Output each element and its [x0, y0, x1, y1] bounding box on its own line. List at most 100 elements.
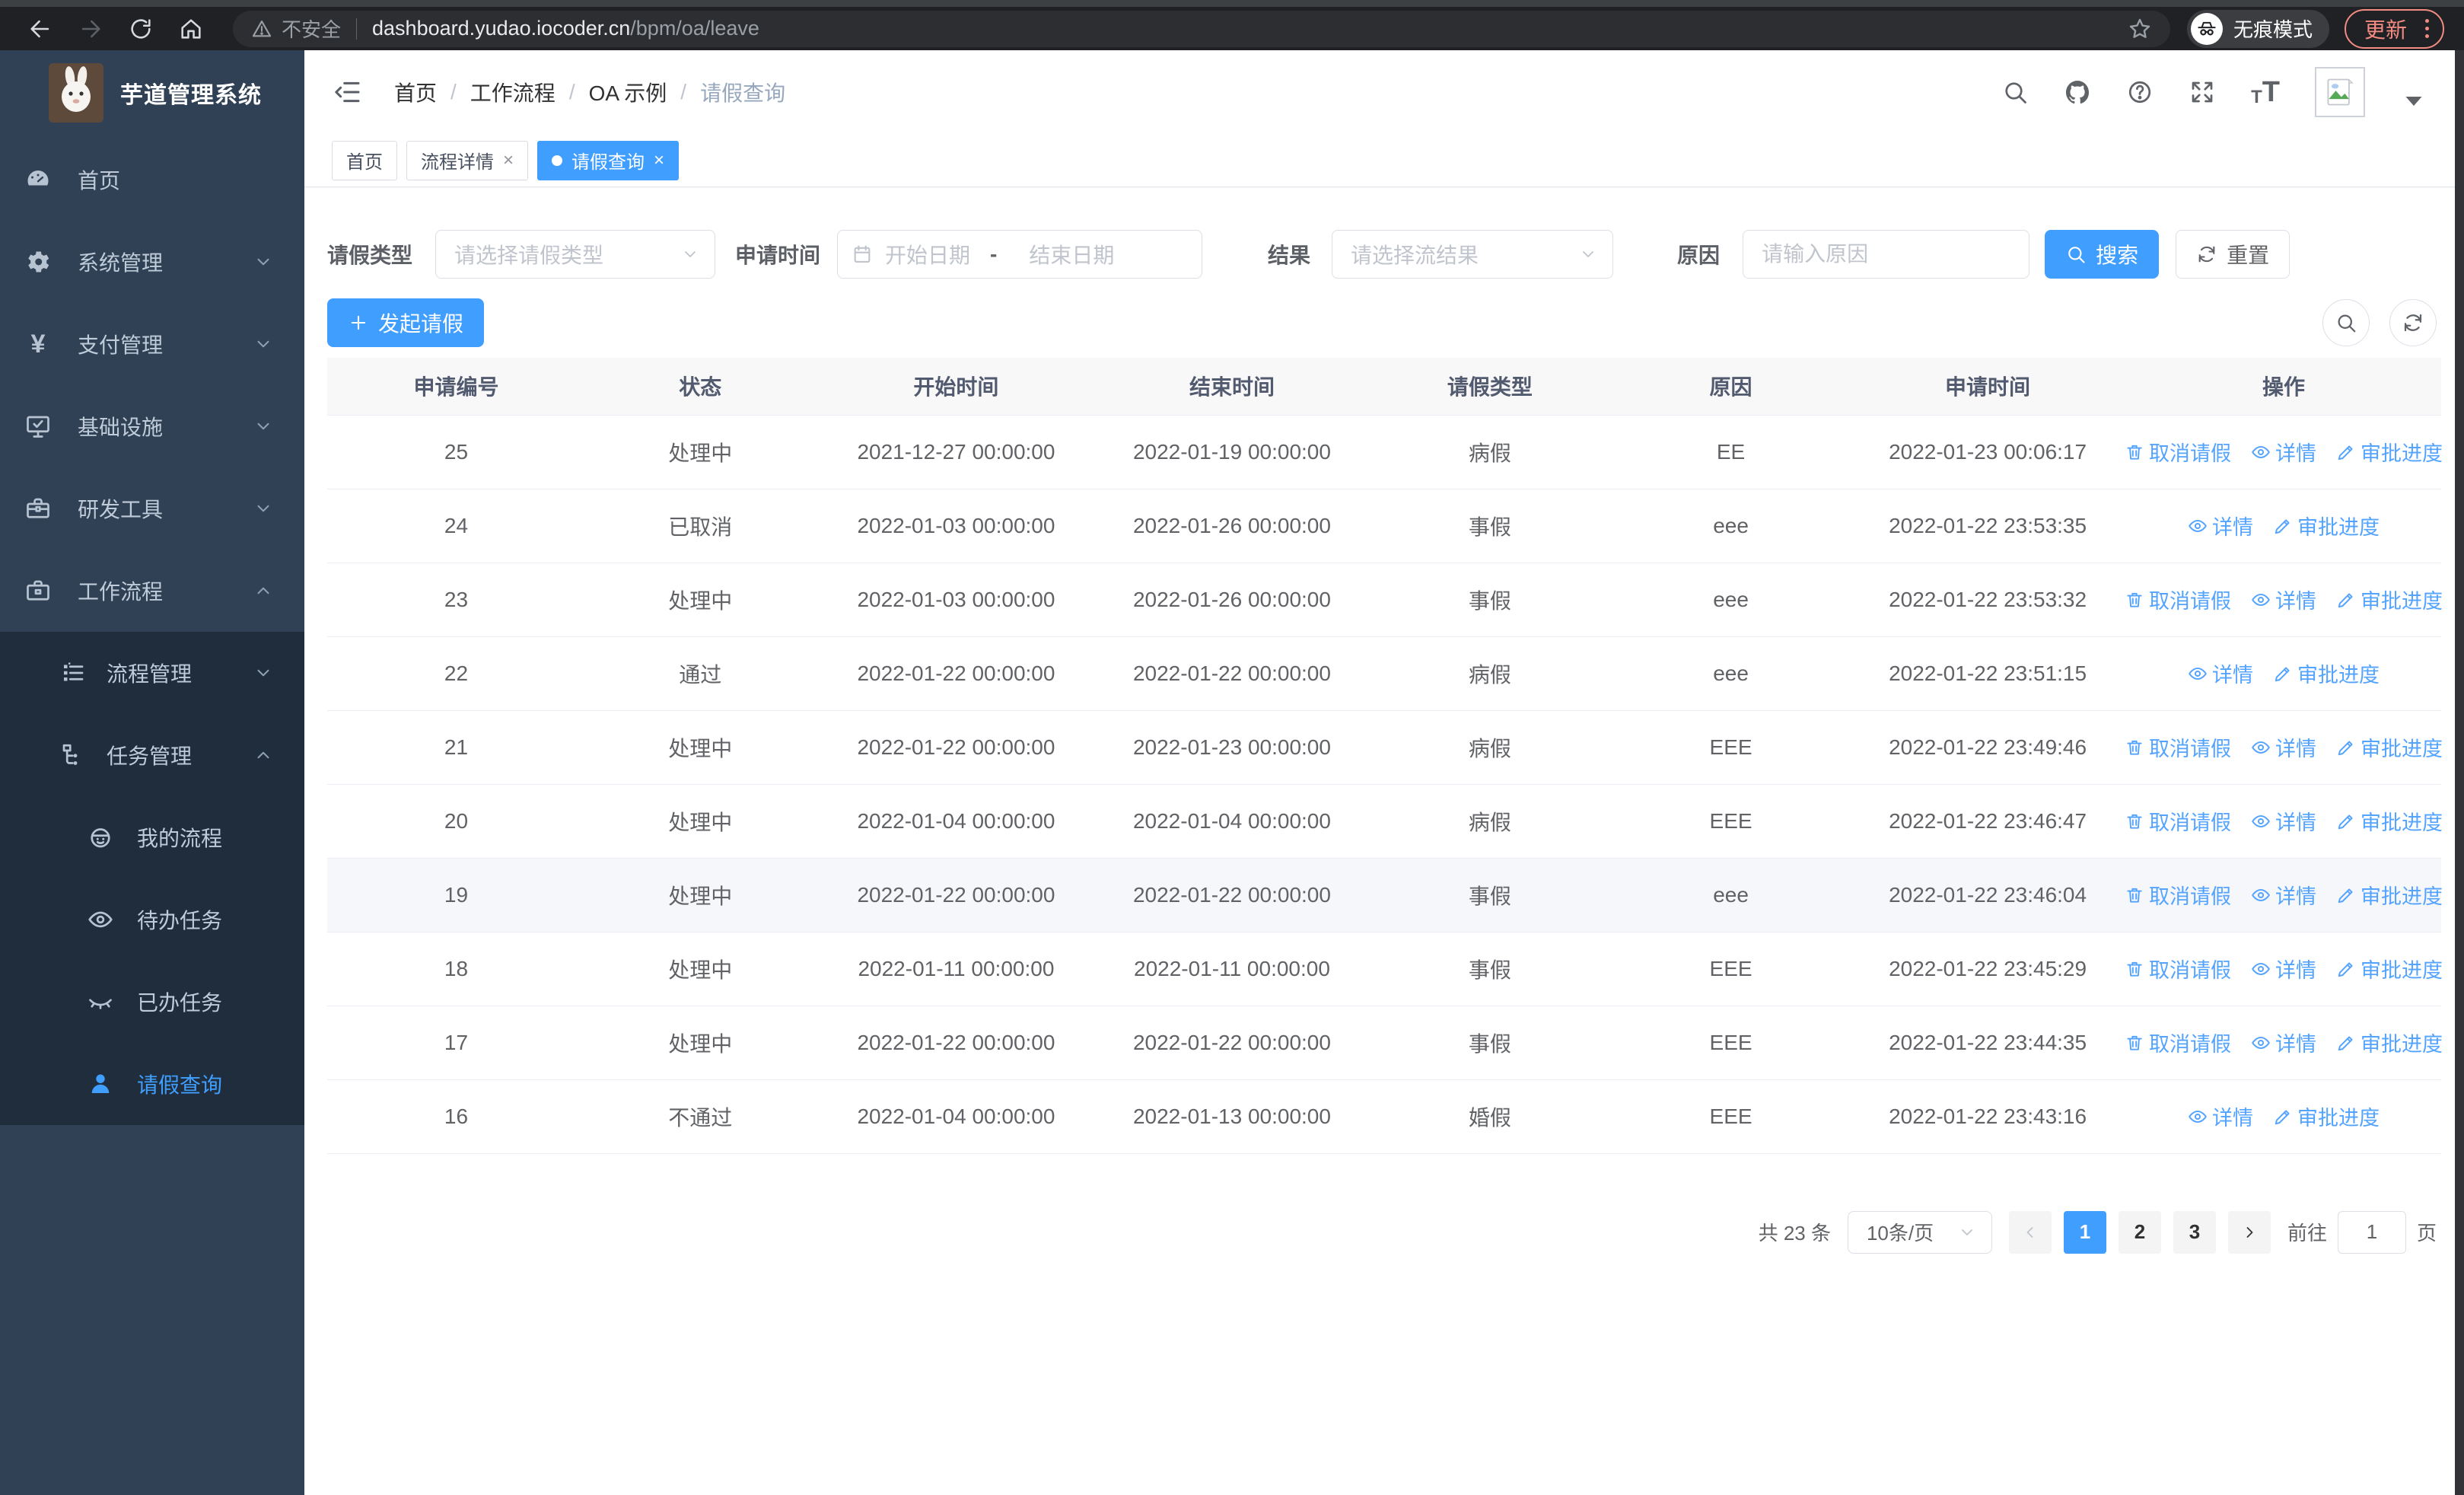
detail-link[interactable]: 详情: [2188, 1101, 2253, 1131]
sidebar-item-task-mgmt[interactable]: 任务管理: [0, 714, 304, 796]
breadcrumb-item[interactable]: OA 示例: [589, 77, 667, 107]
breadcrumb-item[interactable]: 工作流程: [470, 77, 556, 107]
eye-icon: [2188, 516, 2208, 536]
approval-progress-link[interactable]: 审批进度: [2336, 732, 2443, 762]
detail-link[interactable]: 详情: [2251, 732, 2316, 762]
search-button-label: 搜索: [2096, 244, 2139, 267]
approval-progress-link[interactable]: 审批进度: [2336, 954, 2443, 983]
sidebar-item-home[interactable]: 首页: [0, 139, 304, 221]
table-row: 23 处理中 2022-01-03 00:00:00 2022-01-26 00:00…: [327, 563, 2443, 637]
tab-leave-query[interactable]: 请假查询 ×: [537, 140, 680, 180]
sidebar-item-leave-query[interactable]: 请假查询: [0, 1043, 304, 1125]
page-button-2[interactable]: 2: [2118, 1210, 2161, 1254]
browser-menu-icon[interactable]: [2422, 16, 2432, 41]
detail-link[interactable]: 详情: [2188, 511, 2253, 540]
refresh-table-button[interactable]: [2389, 299, 2437, 346]
next-page-button[interactable]: [2227, 1210, 2271, 1254]
approval-progress-link[interactable]: 审批进度: [2336, 1028, 2443, 1057]
github-icon[interactable]: [2064, 78, 2091, 106]
detail-link[interactable]: 详情: [2188, 658, 2253, 688]
prev-page-button[interactable]: [2008, 1210, 2052, 1254]
search-button[interactable]: 搜索: [2045, 230, 2160, 279]
tab-strip: [0, 0, 2464, 7]
cell-start: 2022-01-03 00:00:00: [815, 489, 1097, 563]
sidebar-item-process-mgmt[interactable]: 流程管理: [0, 632, 304, 714]
back-icon[interactable]: [27, 16, 53, 42]
browser-chrome: 不安全 dashboard.yudao.iocoder.cn/bpm/oa/le…: [0, 0, 2464, 50]
goto-page-input[interactable]: [2337, 1210, 2406, 1254]
approval-progress-link[interactable]: 审批进度: [2273, 658, 2380, 688]
sidebar-item-infra[interactable]: 基础设施: [0, 385, 304, 467]
approval-progress-link[interactable]: 审批进度: [2336, 806, 2443, 836]
cancel-leave-link[interactable]: 取消请假: [2125, 732, 2231, 762]
approval-progress-link[interactable]: 审批进度: [2336, 437, 2443, 467]
sidebar-item-system[interactable]: 系统管理: [0, 221, 304, 303]
sidebar-item-devtools[interactable]: 研发工具: [0, 467, 304, 550]
result-select[interactable]: 请选择流结果: [1332, 230, 1614, 279]
detail-link[interactable]: 详情: [2251, 437, 2316, 467]
close-tab-icon[interactable]: ×: [503, 151, 514, 170]
sidebar-collapse-icon[interactable]: [332, 77, 362, 107]
create-leave-button[interactable]: 发起请假: [327, 298, 485, 347]
cancel-leave-link[interactable]: 取消请假: [2125, 1028, 2231, 1057]
page-button-3[interactable]: 3: [2173, 1210, 2216, 1254]
cell-start: 2022-01-22 00:00:00: [815, 710, 1097, 785]
detail-link[interactable]: 详情: [2251, 880, 2316, 910]
forward-icon[interactable]: [78, 16, 103, 42]
home-icon[interactable]: [178, 16, 204, 42]
reason-input[interactable]: [1762, 242, 2011, 266]
cancel-leave-link[interactable]: 取消请假: [2125, 437, 2231, 467]
cancel-leave-link[interactable]: 取消请假: [2125, 954, 2231, 983]
show-search-toggle-button[interactable]: [2322, 299, 2370, 346]
close-tab-icon[interactable]: ×: [654, 151, 664, 170]
page-size-select[interactable]: 10条/页: [1847, 1210, 1992, 1254]
cell-type: 事假: [1367, 1006, 1612, 1080]
browser-update-button[interactable]: 更新: [2344, 8, 2444, 49]
sidebar-item-workflow[interactable]: 工作流程: [0, 550, 304, 632]
help-icon[interactable]: [2126, 78, 2154, 106]
sidebar-item-todo-tasks[interactable]: 待办任务: [0, 878, 304, 961]
tab-home[interactable]: 首页: [332, 140, 397, 180]
reload-icon[interactable]: [128, 16, 154, 42]
font-size-icon[interactable]: TT: [2251, 78, 2280, 107]
cancel-leave-link[interactable]: 取消请假: [2125, 806, 2231, 836]
breadcrumb-item[interactable]: 首页: [394, 77, 437, 107]
sidebar-item-done-tasks[interactable]: 已办任务: [0, 961, 304, 1043]
leave-type-select[interactable]: 请选择请假类型: [435, 230, 716, 279]
user-avatar[interactable]: [2315, 67, 2365, 117]
cell-type: 婚假: [1367, 1079, 1612, 1154]
approval-progress-link[interactable]: 审批进度: [2273, 511, 2380, 540]
detail-link[interactable]: 详情: [2251, 1028, 2316, 1057]
approval-progress-link[interactable]: 审批进度: [2336, 880, 2443, 910]
address-bar[interactable]: 不安全 dashboard.yudao.iocoder.cn/bpm/oa/le…: [233, 10, 2170, 47]
approval-progress-link[interactable]: 审批进度: [2336, 585, 2443, 614]
row-actions: 取消请假 详情 审批进度: [2125, 954, 2443, 983]
reset-button[interactable]: 重置: [2176, 230, 2291, 279]
apply-time-range-picker[interactable]: 开始日期 - 结束日期: [837, 230, 1203, 279]
detail-link[interactable]: 详情: [2251, 585, 2316, 614]
edit-icon: [2336, 1033, 2356, 1053]
insecure-warning-icon[interactable]: [251, 18, 272, 40]
search-icon[interactable]: [2001, 78, 2029, 106]
calendar-icon: [852, 244, 873, 265]
detail-link[interactable]: 详情: [2251, 954, 2316, 983]
cancel-leave-link[interactable]: 取消请假: [2125, 585, 2231, 614]
fullscreen-icon[interactable]: [2189, 78, 2216, 106]
cell-reason: EEE: [1612, 932, 1850, 1006]
sidebar-item-payment[interactable]: ¥ 支付管理: [0, 303, 304, 385]
sidebar-item-my-process[interactable]: 我的流程: [0, 796, 304, 878]
cell-actions: 取消请假 详情 审批进度: [2125, 710, 2443, 785]
avatar-caret-icon[interactable]: [2400, 88, 2427, 115]
tab-process-detail[interactable]: 流程详情 ×: [406, 140, 529, 180]
approval-progress-link[interactable]: 审批进度: [2273, 1101, 2380, 1131]
action-label: 审批进度: [2361, 885, 2443, 908]
page-button-1[interactable]: 1: [2063, 1210, 2106, 1254]
reset-button-label: 重置: [2227, 244, 2270, 267]
bookmark-star-icon[interactable]: [2128, 17, 2152, 41]
result-placeholder: 请选择流结果: [1351, 244, 1479, 267]
action-label: 审批进度: [2361, 1033, 2443, 1056]
breadcrumb-separator: /: [568, 80, 575, 104]
detail-link[interactable]: 详情: [2251, 806, 2316, 836]
cancel-leave-link[interactable]: 取消请假: [2125, 880, 2231, 910]
edit-icon: [2336, 442, 2356, 462]
